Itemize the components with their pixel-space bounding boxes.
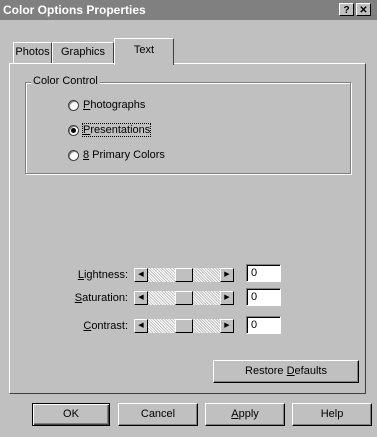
lightness-thumb[interactable] xyxy=(175,268,193,282)
help-button[interactable]: Help xyxy=(292,403,372,426)
tab-graphics-label: Graphics xyxy=(60,46,106,58)
lightness-slider[interactable]: ◀ ▶ xyxy=(134,268,234,282)
contrast-label: Contrast: xyxy=(83,320,128,332)
tab-text[interactable]: Text xyxy=(114,38,174,65)
saturation-left-arrow-icon[interactable]: ◀ xyxy=(134,291,148,305)
apply-button[interactable]: Apply xyxy=(205,403,285,426)
radio-presentations[interactable]: Presentations xyxy=(68,122,152,138)
saturation-label: Saturation: xyxy=(74,292,128,304)
contrast-left-arrow-icon[interactable]: ◀ xyxy=(134,319,148,333)
radio-8-primary-colors-label: 8 Primary Colors xyxy=(83,149,165,161)
tab-graphics[interactable]: Graphics xyxy=(52,42,114,63)
radio-photographs-circle[interactable] xyxy=(68,99,79,111)
ok-button[interactable]: OK xyxy=(32,403,110,426)
saturation-thumb[interactable] xyxy=(175,291,193,305)
lightness-value-field[interactable]: 0 xyxy=(246,264,281,282)
radio-presentations-circle[interactable] xyxy=(68,124,79,136)
radio-8-primary-colors[interactable]: 8 Primary Colors xyxy=(68,147,165,163)
contrast-right-arrow-icon[interactable]: ▶ xyxy=(220,319,234,333)
properties-dialog: Color Options Properties ? ✕ Photos Grap… xyxy=(0,0,377,437)
contrast-thumb[interactable] xyxy=(175,319,193,333)
contrast-value-field[interactable]: 0 xyxy=(246,316,281,334)
contrast-slider[interactable]: ◀ ▶ xyxy=(134,319,234,333)
cancel-button[interactable]: Cancel xyxy=(118,403,198,426)
lightness-right-arrow-icon[interactable]: ▶ xyxy=(220,268,234,282)
saturation-value-field[interactable]: 0 xyxy=(246,288,281,306)
title-bar[interactable]: Color Options Properties ? ✕ xyxy=(0,0,377,20)
tab-text-label: Text xyxy=(133,44,155,56)
contrast-track[interactable] xyxy=(148,319,220,333)
color-control-label: Color Control xyxy=(31,75,100,87)
saturation-right-arrow-icon[interactable]: ▶ xyxy=(220,291,234,305)
lightness-track[interactable] xyxy=(148,268,220,282)
close-icon[interactable]: ✕ xyxy=(356,3,371,16)
radio-photographs[interactable]: Photographs xyxy=(68,97,145,113)
window-title: Color Options Properties xyxy=(3,3,146,17)
radio-photographs-label: Photographs xyxy=(83,99,146,111)
radio-presentations-label: Presentations xyxy=(81,123,152,137)
lightness-label: Lightness: xyxy=(77,269,128,281)
tab-photos-label: Photos xyxy=(15,46,50,58)
help-title-button[interactable]: ? xyxy=(339,3,354,16)
tab-photos[interactable]: Photos xyxy=(13,42,52,63)
lightness-left-arrow-icon[interactable]: ◀ xyxy=(134,268,148,282)
restore-defaults-button[interactable]: Restore Defaults xyxy=(213,360,359,383)
saturation-slider[interactable]: ◀ ▶ xyxy=(134,291,234,305)
saturation-track[interactable] xyxy=(148,291,220,305)
radio-8-primary-colors-circle[interactable] xyxy=(68,149,79,161)
